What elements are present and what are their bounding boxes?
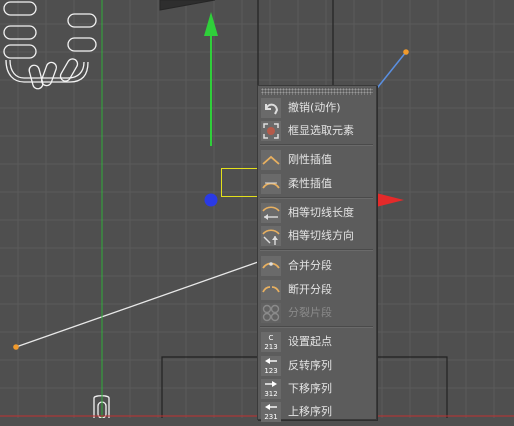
menu-separator bbox=[260, 326, 373, 328]
menu-separator bbox=[260, 144, 373, 146]
set-first-point-icon: C 213 bbox=[261, 332, 281, 352]
frame-selection-icon bbox=[261, 121, 281, 141]
tangent-point[interactable] bbox=[403, 49, 409, 55]
reverse-sequence-icon: 123 bbox=[261, 356, 281, 376]
menu-item-move-down-sequence[interactable]: 312 下移序列 bbox=[258, 378, 376, 400]
menu-item-label: 相等切线长度 bbox=[288, 206, 354, 219]
menu-item-frame-selection[interactable]: 框显选取元素 bbox=[258, 120, 376, 142]
tangent-handle[interactable] bbox=[373, 51, 407, 93]
menu-item-hard-interpolation[interactable]: 刚性插值 bbox=[258, 149, 376, 171]
menu-item-label: 相等切线方向 bbox=[288, 229, 354, 242]
menu-separator bbox=[260, 197, 373, 199]
svg-text:312: 312 bbox=[264, 390, 277, 398]
menu-item-label: 刚性插值 bbox=[288, 153, 332, 166]
menu-drag-grip[interactable] bbox=[261, 88, 373, 95]
menu-item-undo[interactable]: 撤销(动作) bbox=[258, 97, 376, 119]
menu-item-label: 框显选取元素 bbox=[288, 124, 354, 137]
svg-text:123: 123 bbox=[264, 367, 277, 375]
menu-item-equal-tangent-direction[interactable]: 相等切线方向 bbox=[258, 225, 376, 247]
move-up-sequence-icon: 231 bbox=[261, 402, 281, 422]
break-segment-icon bbox=[261, 280, 281, 300]
menu-item-label: 柔性插值 bbox=[288, 177, 332, 190]
menu-item-soft-interpolation[interactable]: 柔性插值 bbox=[258, 173, 376, 195]
mesh-shard bbox=[159, 0, 216, 11]
explode-segments-icon bbox=[261, 303, 281, 323]
menu-item-label: 设置起点 bbox=[288, 335, 332, 348]
menu-item-label: 下移序列 bbox=[288, 382, 332, 395]
menu-separator bbox=[260, 249, 373, 251]
z-axis-handle[interactable] bbox=[204, 193, 218, 207]
chain-object[interactable] bbox=[3, 1, 110, 418]
menu-item-join-segment[interactable]: 合并分段 bbox=[258, 255, 376, 277]
move-down-sequence-icon: 312 bbox=[261, 379, 281, 399]
equal-tangent-direction-icon bbox=[261, 226, 281, 246]
svg-text:231: 231 bbox=[264, 413, 277, 421]
menu-item-break-segment[interactable]: 断开分段 bbox=[258, 279, 376, 301]
menu-item-label: 撤销(动作) bbox=[288, 101, 341, 114]
x-axis-arrow-icon[interactable] bbox=[376, 193, 404, 207]
menu-item-label: 上移序列 bbox=[288, 405, 332, 418]
context-menu[interactable]: 撤销(动作) 框显选取元素 刚性插值 柔性插值 相等切线长度 相等切线方向 合并… bbox=[257, 85, 377, 423]
menu-item-label: 分裂片段 bbox=[288, 306, 332, 319]
menu-item-reverse-sequence[interactable]: 123 反转序列 bbox=[258, 355, 376, 377]
menu-item-label: 合并分段 bbox=[288, 259, 332, 272]
menu-item-label: 反转序列 bbox=[288, 359, 332, 372]
svg-text:213: 213 bbox=[264, 343, 277, 351]
menu-item-move-up-sequence[interactable]: 231 上移序列 bbox=[258, 401, 376, 423]
hard-interpolation-icon bbox=[261, 150, 281, 170]
svg-text:C: C bbox=[269, 334, 274, 342]
soft-interpolation-icon bbox=[261, 174, 281, 194]
menu-item-equal-tangent-length[interactable]: 相等切线长度 bbox=[258, 202, 376, 224]
undo-icon bbox=[261, 98, 281, 118]
spline-point[interactable] bbox=[13, 344, 19, 350]
menu-item-explode-segments: 分裂片段 bbox=[258, 302, 376, 324]
menu-item-label: 断开分段 bbox=[288, 283, 332, 296]
equal-tangent-length-icon bbox=[261, 203, 281, 223]
menu-item-set-first-point[interactable]: C 213 设置起点 bbox=[258, 331, 376, 353]
join-segment-icon bbox=[261, 256, 281, 276]
